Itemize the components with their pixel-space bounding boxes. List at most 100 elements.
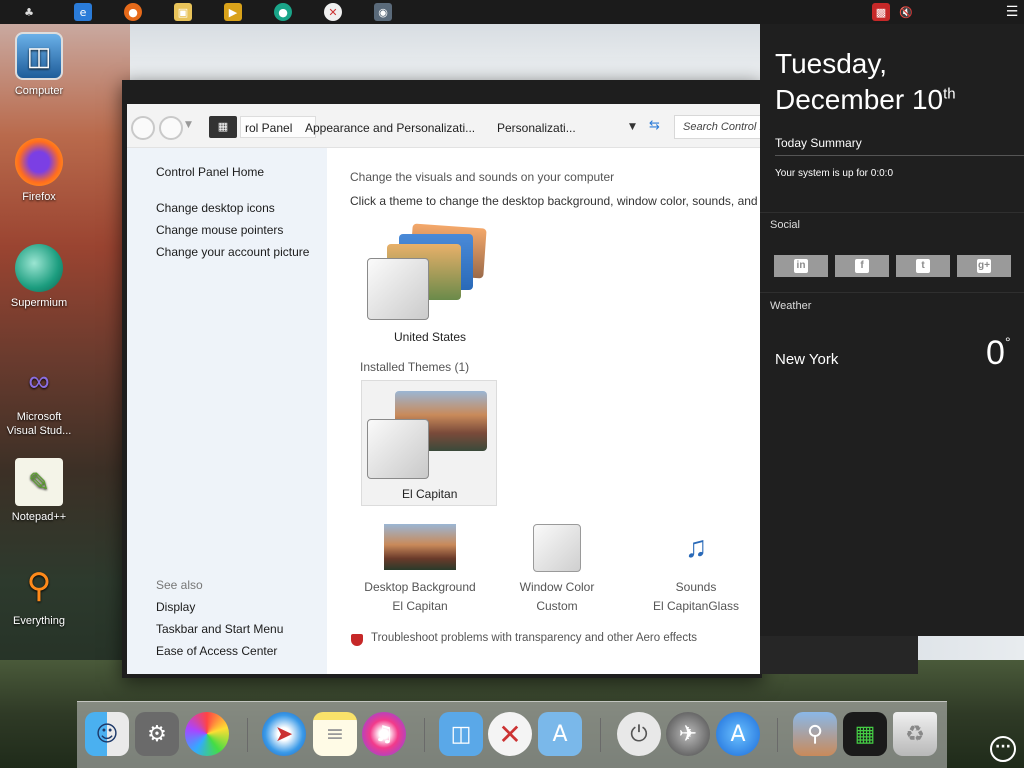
dock-separator <box>777 718 778 752</box>
control-panel-icon[interactable]: ▦ <box>209 116 237 138</box>
forward-button[interactable] <box>159 116 183 140</box>
breadcrumb-control-panel[interactable]: rol Panel <box>245 117 292 139</box>
activity-monitor-icon[interactable]: ▦ <box>843 712 887 756</box>
change-desktop-icons-link[interactable]: Change desktop icons <box>156 201 275 215</box>
x-app-icon[interactable]: ✕ <box>488 712 532 756</box>
desktop-icon-visual-studio[interactable]: ∞ Microsoft Visual Stud... <box>0 358 78 438</box>
applications-folder-icon[interactable]: A <box>538 712 582 756</box>
sounds-setting[interactable]: ♫ Sounds El CapitanGlass <box>631 524 761 616</box>
page-subheading: Click a theme to change the desktop back… <box>350 194 758 208</box>
firefox-icon <box>15 138 63 186</box>
dock-separator <box>600 718 601 752</box>
desktop-background-thumbnail <box>384 524 456 570</box>
date: December 10th <box>775 84 956 116</box>
breadcrumb-appearance[interactable]: Appearance and Personalizati... <box>305 117 475 139</box>
shield-icon <box>351 634 363 646</box>
trash-icon[interactable]: ♻ <box>893 712 937 756</box>
weather-label: Weather <box>770 300 812 312</box>
personalization-window: ▼ ▦ rol Panel Appearance and Personaliza… <box>122 80 774 678</box>
desktop-background-setting[interactable]: Desktop Background El Capitan <box>355 524 485 616</box>
desktop-icon-everything[interactable]: ⚲ Everything <box>0 562 78 628</box>
finder-icon[interactable]: ☺ <box>85 712 129 756</box>
see-also-label: See also <box>156 578 203 592</box>
dock-separator <box>424 718 425 752</box>
theme-el-capitan[interactable]: El Capitan <box>361 380 497 506</box>
visual-studio-icon: ∞ <box>28 365 50 398</box>
theme-name: El Capitan <box>402 487 458 501</box>
media-player-icon[interactable]: ▶ <box>224 3 242 21</box>
breadcrumb-personalization[interactable]: Personalizati... <box>497 117 576 139</box>
google-plus-icon: g+ <box>977 259 991 273</box>
music-notes-icon: ♫ <box>684 531 708 564</box>
date-text: December 10 <box>775 84 944 115</box>
power-icon[interactable]: ⏻ <box>617 712 661 756</box>
ease-of-access-link[interactable]: Ease of Access Center <box>156 644 277 658</box>
window-color-swatch <box>367 419 429 479</box>
app-store-icon[interactable]: A <box>716 712 760 756</box>
panel-footer <box>760 636 918 674</box>
folder-icon[interactable]: ◫ <box>439 712 483 756</box>
back-button[interactable] <box>131 116 155 140</box>
apple-icon[interactable]: ♣ <box>20 3 38 21</box>
supermium-icon[interactable]: ● <box>274 3 292 21</box>
refresh-icon[interactable]: ⇆ <box>649 118 660 133</box>
desktop-icon-computer[interactable]: ◫ Computer <box>0 32 78 98</box>
address-dropdown-icon[interactable]: ▼ <box>629 122 636 132</box>
photos-icon[interactable] <box>185 712 229 756</box>
notepadpp-icon: ✎ <box>15 458 63 506</box>
left-navigation-pane: Control Panel Home Change desktop icons … <box>127 148 327 674</box>
dock-separator <box>247 718 248 752</box>
safari-icon[interactable]: ➤ <box>262 712 306 756</box>
setting-value: El CapitanGlass <box>652 599 740 613</box>
volume-muted-icon[interactable]: 🔇 <box>897 3 915 21</box>
divider <box>760 292 1024 293</box>
camera-icon[interactable]: ◉ <box>374 3 392 21</box>
launchpad-icon[interactable]: ✈ <box>666 712 710 756</box>
system-preferences-icon[interactable]: ⚙ <box>135 712 179 756</box>
computer-icon: ◫ <box>15 32 63 80</box>
twitter-button[interactable]: t <box>896 255 950 277</box>
facebook-button[interactable]: f <box>835 255 889 277</box>
control-panel-home-link[interactable]: Control Panel Home <box>156 165 264 179</box>
weather-temperature: 0 <box>986 334 1005 372</box>
network-icon[interactable]: ▩ <box>872 3 890 21</box>
setting-title: Sounds <box>675 580 717 594</box>
search-input[interactable]: Search Control P <box>674 115 774 139</box>
preview-icon[interactable]: ⚲ <box>793 712 837 756</box>
social-label: Social <box>770 219 800 231</box>
internet-explorer-icon[interactable]: e <box>74 3 92 21</box>
google-plus-button[interactable]: g+ <box>957 255 1011 277</box>
address-bar-area: ▼ ▦ rol Panel Appearance and Personaliza… <box>127 104 774 148</box>
taskbar-start-menu-link[interactable]: Taskbar and Start Menu <box>156 622 283 636</box>
setting-value: Custom <box>536 599 578 613</box>
itunes-icon[interactable]: ♫ <box>362 712 406 756</box>
x-app-icon[interactable]: ✕ <box>324 3 342 21</box>
more-options-button[interactable]: ··· <box>990 736 1016 762</box>
divider <box>775 155 1024 156</box>
recent-pages-chevron-icon[interactable]: ▼ <box>185 120 192 130</box>
file-explorer-icon[interactable]: ▣ <box>174 3 192 21</box>
page-heading: Change the visuals and sounds on your co… <box>350 170 615 184</box>
magnifier-icon: ⚲ <box>26 567 52 605</box>
installed-themes-label: Installed Themes (1) <box>360 360 470 374</box>
change-mouse-pointers-link[interactable]: Change mouse pointers <box>156 223 283 237</box>
date-suffix: th <box>943 85 956 103</box>
firefox-icon[interactable]: ● <box>124 3 142 21</box>
top-menu-bar: ♣ e ● ▣ ▶ ● ✕ ◉ ▩ 🔇 ☰ <box>0 0 1024 24</box>
menu-icon[interactable]: ☰ <box>1003 3 1021 21</box>
display-link[interactable]: Display <box>156 600 195 614</box>
setting-value: El Capitan <box>392 599 448 613</box>
desktop-icon-supermium[interactable]: Supermium <box>0 244 78 310</box>
change-account-picture-link[interactable]: Change your account picture <box>156 245 309 259</box>
window-color-swatch <box>533 524 581 572</box>
desktop-icon-notepadpp[interactable]: ✎ Notepad++ <box>0 458 78 524</box>
desktop-icon-firefox[interactable]: Firefox <box>0 138 78 204</box>
setting-title: Desktop Background <box>364 580 476 594</box>
linkedin-button[interactable]: in <box>774 255 828 277</box>
notes-icon[interactable]: ≡ <box>313 712 357 756</box>
window-content: ▼ ▦ rol Panel Appearance and Personaliza… <box>127 104 774 674</box>
troubleshoot-link[interactable]: Troubleshoot problems with transparency … <box>371 632 697 644</box>
desktop-icon-label: Firefox <box>22 191 56 203</box>
window-color-setting[interactable]: Window Color Custom <box>492 524 622 616</box>
desktop-icon-label: Computer <box>14 85 64 97</box>
